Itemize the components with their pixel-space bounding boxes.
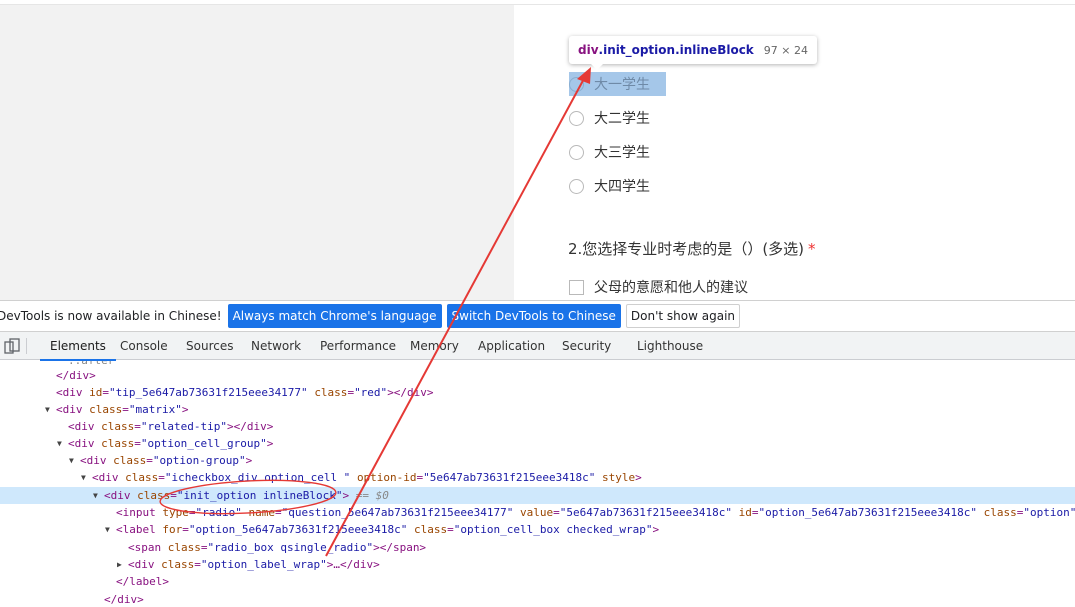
- option-label: 大三学生: [594, 145, 650, 161]
- tab-console[interactable]: Console: [120, 332, 168, 360]
- tab-elements[interactable]: Elements: [40, 332, 116, 361]
- expand-triangle-icon[interactable]: ▼: [93, 487, 98, 504]
- expand-triangle-icon[interactable]: ▼: [69, 452, 74, 469]
- infobar-message: DevTools is now available in Chinese!: [0, 309, 222, 323]
- dom-line[interactable]: <span class="radio_box qsingle_radio"></…: [0, 539, 1075, 556]
- radio-circle-icon[interactable]: [569, 76, 584, 92]
- expand-triangle-icon[interactable]: ▼: [81, 469, 86, 486]
- tooltip-size: 97 × 24: [763, 43, 809, 57]
- tab-security[interactable]: Security: [562, 332, 611, 360]
- dom-line[interactable]: ▶ <div class="option_label_wrap">…</div>: [0, 556, 1075, 573]
- device-toolbar-icon[interactable]: [4, 338, 20, 354]
- selected-marker: == $0: [349, 489, 389, 502]
- tab-performance[interactable]: Performance: [320, 332, 396, 360]
- expand-triangle-icon[interactable]: ▼: [45, 401, 50, 418]
- dom-line-selected[interactable]: ▼ <div class="init_option inlineBlock"> …: [0, 487, 1075, 504]
- dom-line[interactable]: <input type="radio" name="question_5e647…: [0, 504, 1075, 521]
- checkbox-square-icon[interactable]: [569, 279, 584, 295]
- dom-line[interactable]: </div>: [0, 591, 1075, 607]
- option-label: 大一学生: [594, 77, 650, 93]
- dom-line[interactable]: ▼ <div class="option-group">: [0, 452, 1075, 469]
- question-title: 2.您选择专业时考虑的是（）(多选) *: [568, 238, 816, 259]
- dom-text: </div>: [104, 593, 144, 606]
- tab-separator: [26, 338, 27, 354]
- radio-circle-icon[interactable]: [569, 144, 584, 160]
- dom-line[interactable]: </div>: [0, 367, 1075, 384]
- question-text: 2.您选择专业时考虑的是（）(多选): [568, 240, 805, 258]
- tab-sources[interactable]: Sources: [186, 332, 233, 360]
- devtools-infobar: DevTools is now available in Chinese! Al…: [0, 300, 1075, 332]
- option-label: 大四学生: [594, 179, 650, 195]
- tab-network[interactable]: Network: [251, 332, 301, 360]
- dom-line[interactable]: <div id="tip_5e647ab73631f215eee34177" c…: [0, 384, 1075, 401]
- tab-memory[interactable]: Memory: [410, 332, 459, 360]
- required-mark: *: [808, 240, 816, 258]
- tooltip-tag: div: [578, 43, 599, 57]
- radio-option-2[interactable]: 大二学生: [569, 106, 650, 130]
- tab-application[interactable]: Application: [478, 332, 545, 360]
- page-left-gutter: [0, 5, 514, 300]
- radio-option-1[interactable]: 大一学生: [569, 72, 666, 96]
- expand-triangle-icon[interactable]: ▼: [105, 521, 110, 538]
- dom-line[interactable]: </label>: [0, 573, 1075, 590]
- option-label: 大二学生: [594, 111, 650, 127]
- switch-to-chinese-button[interactable]: Switch DevTools to Chinese: [446, 304, 621, 328]
- dom-text: </label>: [116, 575, 169, 588]
- elements-panel: ::after </div> <div id="tip_5e647ab73631…: [0, 361, 1075, 607]
- tooltip-classes: .init_option.inlineBlock: [598, 43, 754, 57]
- dom-text: </div>: [56, 369, 96, 382]
- devtools-tabbar: Elements Console Sources Network Perform…: [0, 332, 1075, 361]
- option-label: 父母的意愿和他人的建议: [594, 280, 748, 296]
- tab-lighthouse[interactable]: Lighthouse: [637, 332, 703, 360]
- radio-option-3[interactable]: 大三学生: [569, 140, 650, 164]
- checkbox-option-1[interactable]: 父母的意愿和他人的建议: [569, 275, 748, 299]
- dom-line[interactable]: ▼ <label for="option_5e647ab73631f215eee…: [0, 521, 1075, 538]
- dom-line[interactable]: ▼ <div class="icheckbox_div option_cell …: [0, 469, 1075, 486]
- collapse-triangle-icon[interactable]: ▶: [117, 556, 122, 573]
- dom-line[interactable]: <div class="related-tip"></div>: [0, 418, 1075, 435]
- dom-line[interactable]: ▼ <div class="option_cell_group">: [0, 435, 1075, 452]
- expand-triangle-icon[interactable]: ▼: [57, 435, 62, 452]
- tooltip-arrow: [590, 63, 604, 70]
- dom-line[interactable]: ▼ <div class="matrix">: [0, 401, 1075, 418]
- inspect-tooltip: div .init_option.inlineBlock 97 × 24: [569, 36, 818, 64]
- always-match-language-button[interactable]: Always match Chrome's language: [227, 304, 442, 328]
- radio-circle-icon[interactable]: [569, 110, 584, 126]
- dont-show-again-button[interactable]: Don't show again: [625, 304, 741, 328]
- radio-option-4[interactable]: 大四学生: [569, 174, 650, 198]
- page-viewport: 大一学生 大二学生 大三学生 大四学生 2.您选择专业时考虑的是（）(多选) * …: [0, 0, 1075, 300]
- radio-circle-icon[interactable]: [569, 178, 584, 194]
